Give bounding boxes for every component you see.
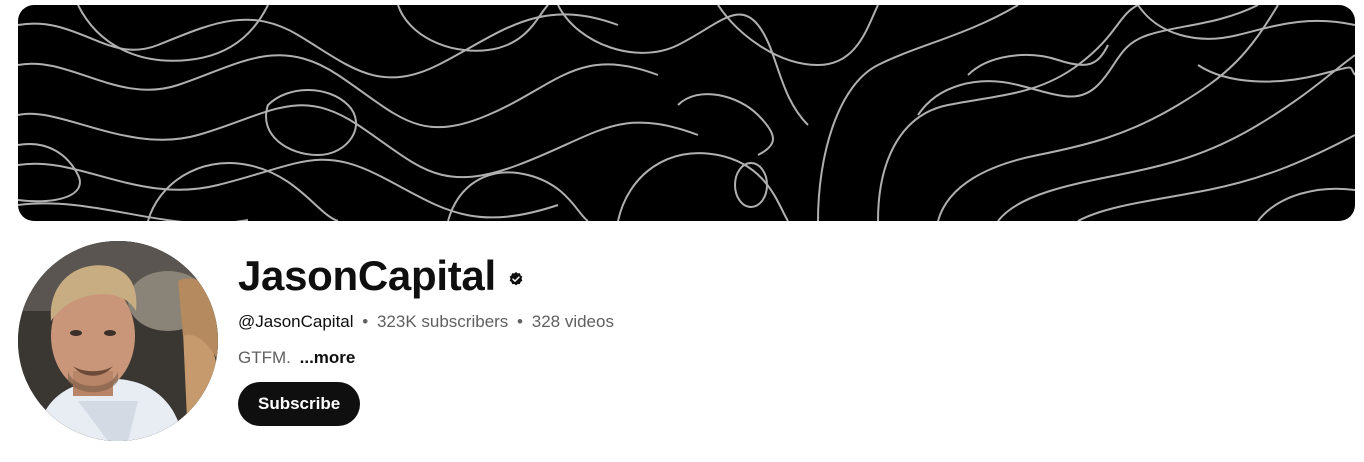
channel-description[interactable]: GTFM. ...more	[238, 346, 614, 370]
more-link[interactable]: ...more	[300, 348, 356, 367]
channel-name: JasonCapital	[238, 252, 496, 299]
channel-info: JasonCapital @JasonCapital • 323K subscr…	[238, 248, 614, 426]
channel-avatar[interactable]	[18, 241, 218, 441]
subscriber-count: 323K subscribers	[376, 312, 509, 331]
video-count: 328 videos	[531, 312, 614, 331]
title-row: JasonCapital	[238, 248, 614, 304]
description-text: GTFM.	[238, 348, 291, 367]
meta-separator: •	[517, 312, 523, 331]
meta-separator: •	[362, 312, 369, 331]
subscribe-button[interactable]: Subscribe	[238, 382, 361, 426]
avatar-photo	[18, 241, 218, 441]
verified-check-icon[interactable]	[508, 271, 524, 287]
channel-meta: @JasonCapital • 323K subscribers • 328 v…	[238, 310, 614, 334]
channel-handle: @JasonCapital	[238, 312, 354, 331]
channel-banner	[18, 5, 1355, 221]
topographic-banner-art	[18, 5, 1355, 221]
